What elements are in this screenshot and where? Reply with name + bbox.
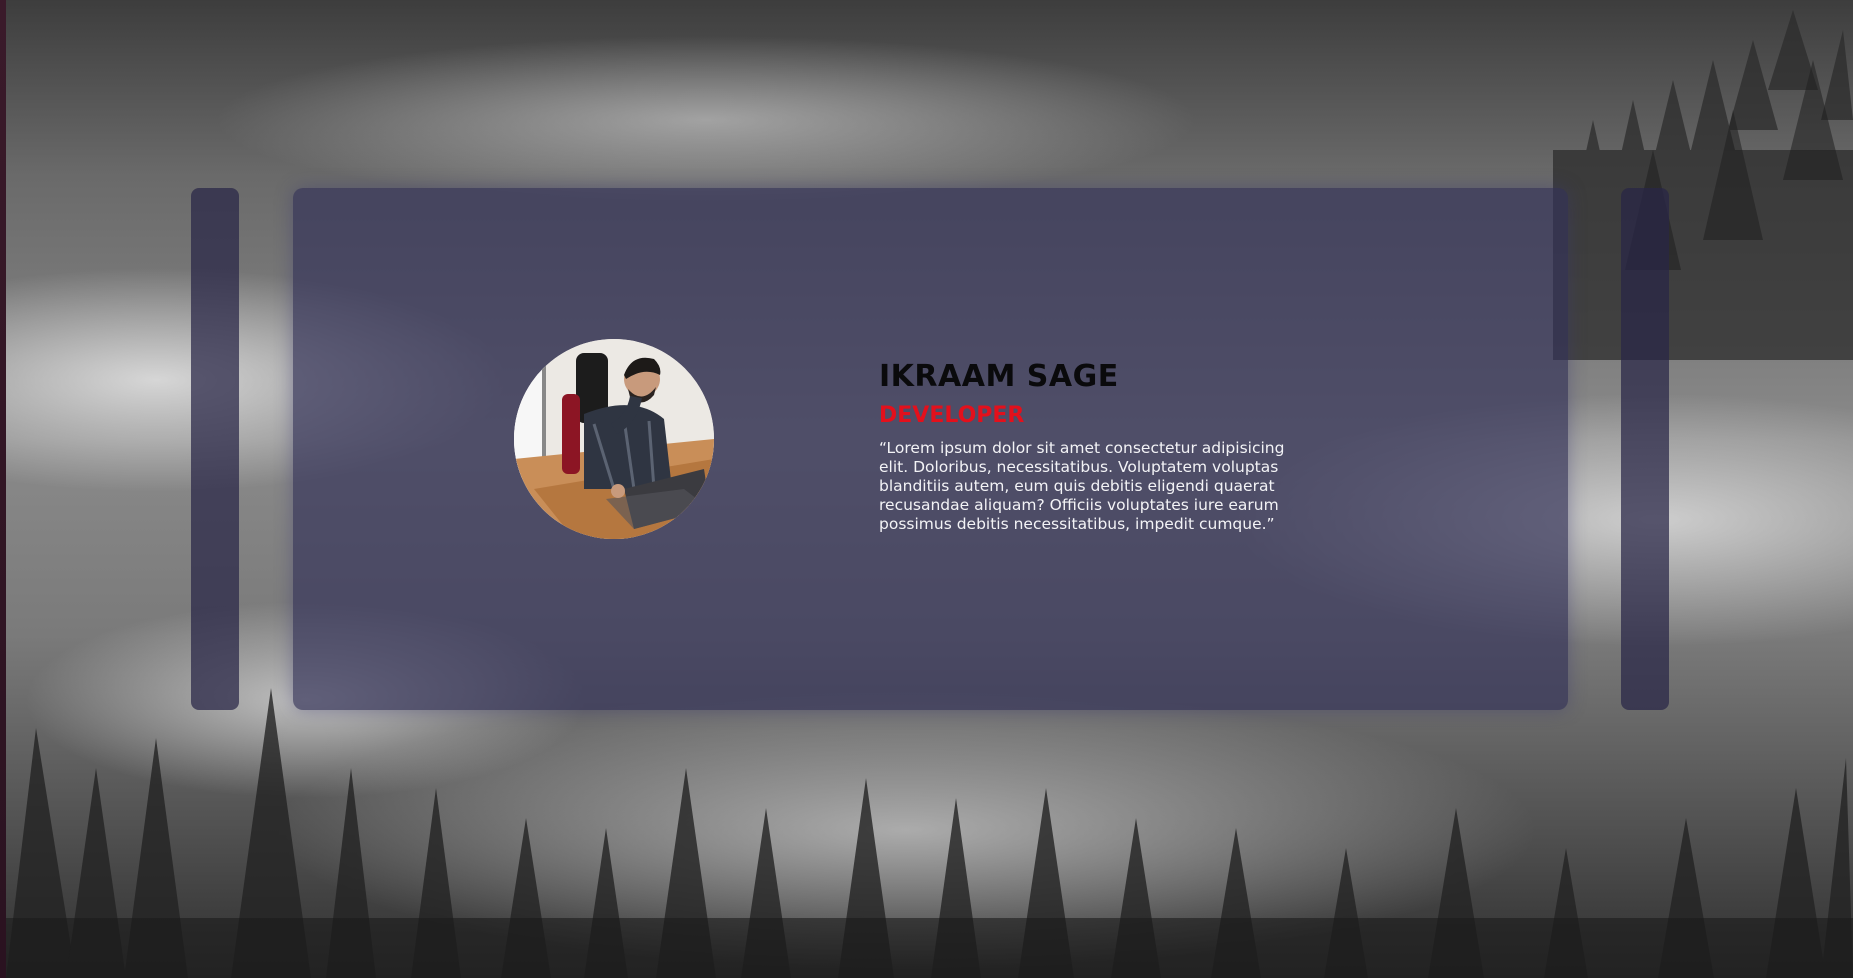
next-slide-panel[interactable] — [1621, 188, 1669, 710]
person-name: IKRAAM SAGE — [879, 359, 1119, 394]
person-role: DEVELOPER — [879, 403, 1025, 428]
previous-slide-panel[interactable] — [191, 188, 239, 710]
person-at-laptop-icon — [514, 339, 714, 539]
avatar — [514, 339, 714, 539]
window-left-edge — [0, 0, 6, 978]
testimonial-quote: “Lorem ipsum dolor sit amet consectetur … — [879, 439, 1285, 533]
testimonial-card: IKRAAM SAGE DEVELOPER “Lorem ipsum dolor… — [293, 188, 1568, 710]
testimonial-text: IKRAAM SAGE DEVELOPER “Lorem ipsum dolor… — [879, 358, 1309, 534]
